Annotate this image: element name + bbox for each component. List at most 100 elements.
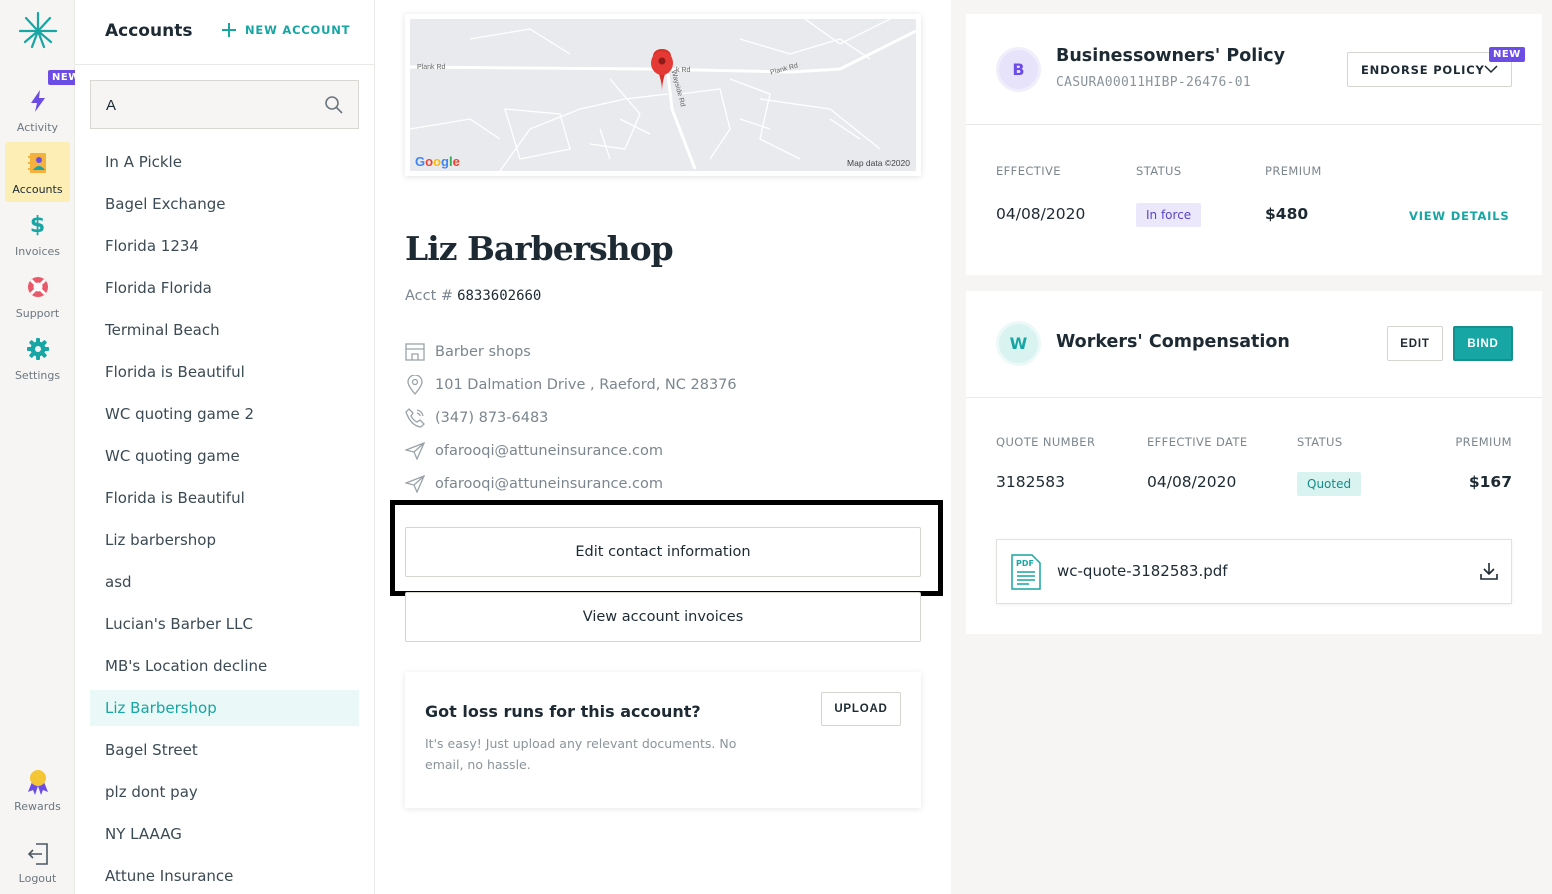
- wc-policy-card: W Workers' Compensation EDIT BIND QUOTE …: [966, 291, 1542, 634]
- nav-item-logout[interactable]: Logout: [5, 833, 70, 893]
- account-list-item[interactable]: Florida is Beautiful: [90, 351, 359, 393]
- account-list-item[interactable]: Bagel Street: [90, 729, 359, 771]
- email-row: ofarooqi@attuneinsurance.com: [405, 440, 663, 462]
- account-list: In A Pickle Bagel Exchange Florida 1234 Flo…: [90, 141, 359, 894]
- account-list-item[interactable]: WC quoting game 2: [90, 393, 359, 435]
- nav-item-activity[interactable]: Activity: [5, 80, 70, 140]
- account-list-item[interactable]: Bagel Exchange: [90, 183, 359, 225]
- send-icon: [405, 441, 425, 461]
- account-list-item[interactable]: Florida 1234: [90, 225, 359, 267]
- phone-icon: [405, 408, 425, 428]
- account-list-item[interactable]: Terminal Beach: [90, 309, 359, 351]
- premium-value: $480: [1265, 205, 1309, 223]
- nav-item-invoices[interactable]: $ Invoices: [5, 204, 70, 264]
- loss-runs-heading: Got loss runs for this account?: [425, 702, 701, 721]
- nav-item-accounts[interactable]: Accounts: [5, 142, 70, 202]
- phone-text: (347) 873-6483: [435, 410, 549, 426]
- nav-item-settings[interactable]: Settings: [5, 328, 70, 388]
- bop-policy-card: B Businessowners' Policy CASURA00011HIBP…: [966, 14, 1542, 275]
- accounts-panel: Accounts NEW ACCOUNT In A PickleBagel Ex…: [75, 0, 375, 894]
- file-name[interactable]: wc-quote-3182583.pdf: [1057, 562, 1228, 580]
- nav-label: Logout: [18, 872, 57, 885]
- edit-contact-button[interactable]: Edit contact information: [405, 527, 921, 577]
- account-list-item[interactable]: WC quoting game: [90, 435, 359, 477]
- nav-label: Support: [15, 307, 60, 320]
- address-text: 101 Dalmation Drive , Raeford, NC 28376: [435, 377, 737, 393]
- map-canvas[interactable]: Plank Rd Plank Rd k Rd Wayside Rd Google…: [410, 19, 916, 171]
- view-invoices-button[interactable]: View account invoices: [405, 592, 921, 642]
- policy-id: CASURA00011HIBP-26476-01: [1056, 75, 1252, 90]
- download-icon[interactable]: [1479, 561, 1499, 581]
- account-list-item[interactable]: asd: [90, 561, 359, 603]
- search-icon[interactable]: [324, 95, 344, 115]
- new-account-label: NEW ACCOUNT: [245, 23, 351, 37]
- loss-runs-text: It's easy! Just upload any relevant docu…: [425, 736, 737, 772]
- road-label: Plank Rd: [417, 64, 446, 71]
- location-pin-icon: [405, 375, 425, 395]
- search-input[interactable]: [106, 94, 306, 116]
- accounts-header-divider: [75, 64, 374, 65]
- effective-date-label: EFFECTIVE DATE: [1147, 435, 1248, 449]
- account-list-item[interactable]: MB's Location decline: [90, 645, 359, 687]
- view-details-link[interactable]: VIEW DETAILS: [1409, 209, 1509, 223]
- quote-number-value: 3182583: [996, 473, 1066, 491]
- account-list-item[interactable]: Attune Insurance: [90, 855, 359, 894]
- account-list-item[interactable]: Liz Barbershop: [90, 690, 359, 726]
- card-divider: [966, 397, 1542, 398]
- email-text[interactable]: ofarooqi@attuneinsurance.com: [435, 476, 663, 492]
- bind-button[interactable]: BIND: [1453, 326, 1513, 361]
- status-badge: Quoted: [1297, 472, 1362, 496]
- status-label: STATUS: [1297, 435, 1343, 449]
- account-list-item[interactable]: Florida Florida: [90, 267, 359, 309]
- policies-panel: B Businessowners' Policy CASURA00011HIBP…: [951, 0, 1552, 894]
- quote-number-label: QUOTE NUMBER: [996, 435, 1096, 449]
- attune-logo[interactable]: [17, 11, 59, 49]
- account-list-item[interactable]: NY LAAAG: [90, 813, 359, 855]
- chevron-down-icon: [1484, 65, 1498, 74]
- industry-text: Barber shops: [435, 344, 531, 360]
- industry-row: Barber shops: [405, 341, 531, 363]
- account-list-item[interactable]: plz dont pay: [90, 771, 359, 813]
- accounts-book-icon: [5, 150, 70, 176]
- accounts-title: Accounts: [105, 21, 193, 41]
- google-logo: Google: [415, 154, 460, 169]
- account-list-item[interactable]: Florida is Beautiful: [90, 477, 359, 519]
- new-account-button[interactable]: NEW ACCOUNT: [221, 22, 350, 38]
- premium-label: PREMIUM: [1265, 164, 1322, 178]
- gear-icon: [5, 336, 70, 362]
- nav-label: Invoices: [14, 245, 61, 258]
- status-badge: In force: [1136, 203, 1202, 227]
- lifebuoy-icon: [5, 274, 70, 300]
- nav-label: Accounts: [12, 183, 63, 196]
- premium-label: PREMIUM: [1455, 435, 1512, 449]
- rewards-ribbon-icon: [5, 769, 70, 795]
- bolt-icon: [5, 88, 70, 114]
- logout-icon: [5, 841, 70, 867]
- account-list-item[interactable]: In A Pickle: [90, 141, 359, 183]
- effective-date-value: 04/08/2020: [1147, 473, 1237, 491]
- pdf-file-icon: PDF: [1011, 554, 1041, 590]
- upload-button[interactable]: UPLOAD: [821, 692, 901, 726]
- email-row: ofarooqi@attuneinsurance.com: [405, 473, 663, 495]
- policy-name: Businessowners' Policy: [1056, 46, 1286, 66]
- account-number-label: Acct #: [405, 288, 454, 304]
- endorse-new-badge: NEW: [1489, 47, 1525, 62]
- quote-file[interactable]: PDF wc-quote-3182583.pdf: [996, 539, 1512, 604]
- plus-icon: [222, 23, 236, 37]
- effective-value: 04/08/2020: [996, 205, 1086, 223]
- endorse-policy-dropdown[interactable]: ENDORSE POLICY: [1347, 52, 1512, 87]
- nav-item-support[interactable]: Support: [5, 266, 70, 326]
- premium-value: $167: [1468, 473, 1512, 491]
- email-text[interactable]: ofarooqi@attuneinsurance.com: [435, 443, 663, 459]
- pdf-icon-label: PDF: [1016, 559, 1034, 568]
- address-row: 101 Dalmation Drive , Raeford, NC 28376: [405, 374, 737, 396]
- edit-button[interactable]: EDIT: [1387, 326, 1443, 361]
- account-list-item[interactable]: Lucian's Barber LLC: [90, 603, 359, 645]
- location-map[interactable]: Plank Rd Plank Rd k Rd Wayside Rd Google…: [405, 14, 921, 176]
- nav-label: Settings: [14, 369, 61, 382]
- nav-item-rewards[interactable]: Rewards: [5, 761, 70, 821]
- account-list-item[interactable]: Liz barbershop: [90, 519, 359, 561]
- road-label: k Rd: [676, 67, 691, 74]
- card-divider: [966, 124, 1542, 125]
- account-number: Acct #6833602660: [405, 288, 541, 304]
